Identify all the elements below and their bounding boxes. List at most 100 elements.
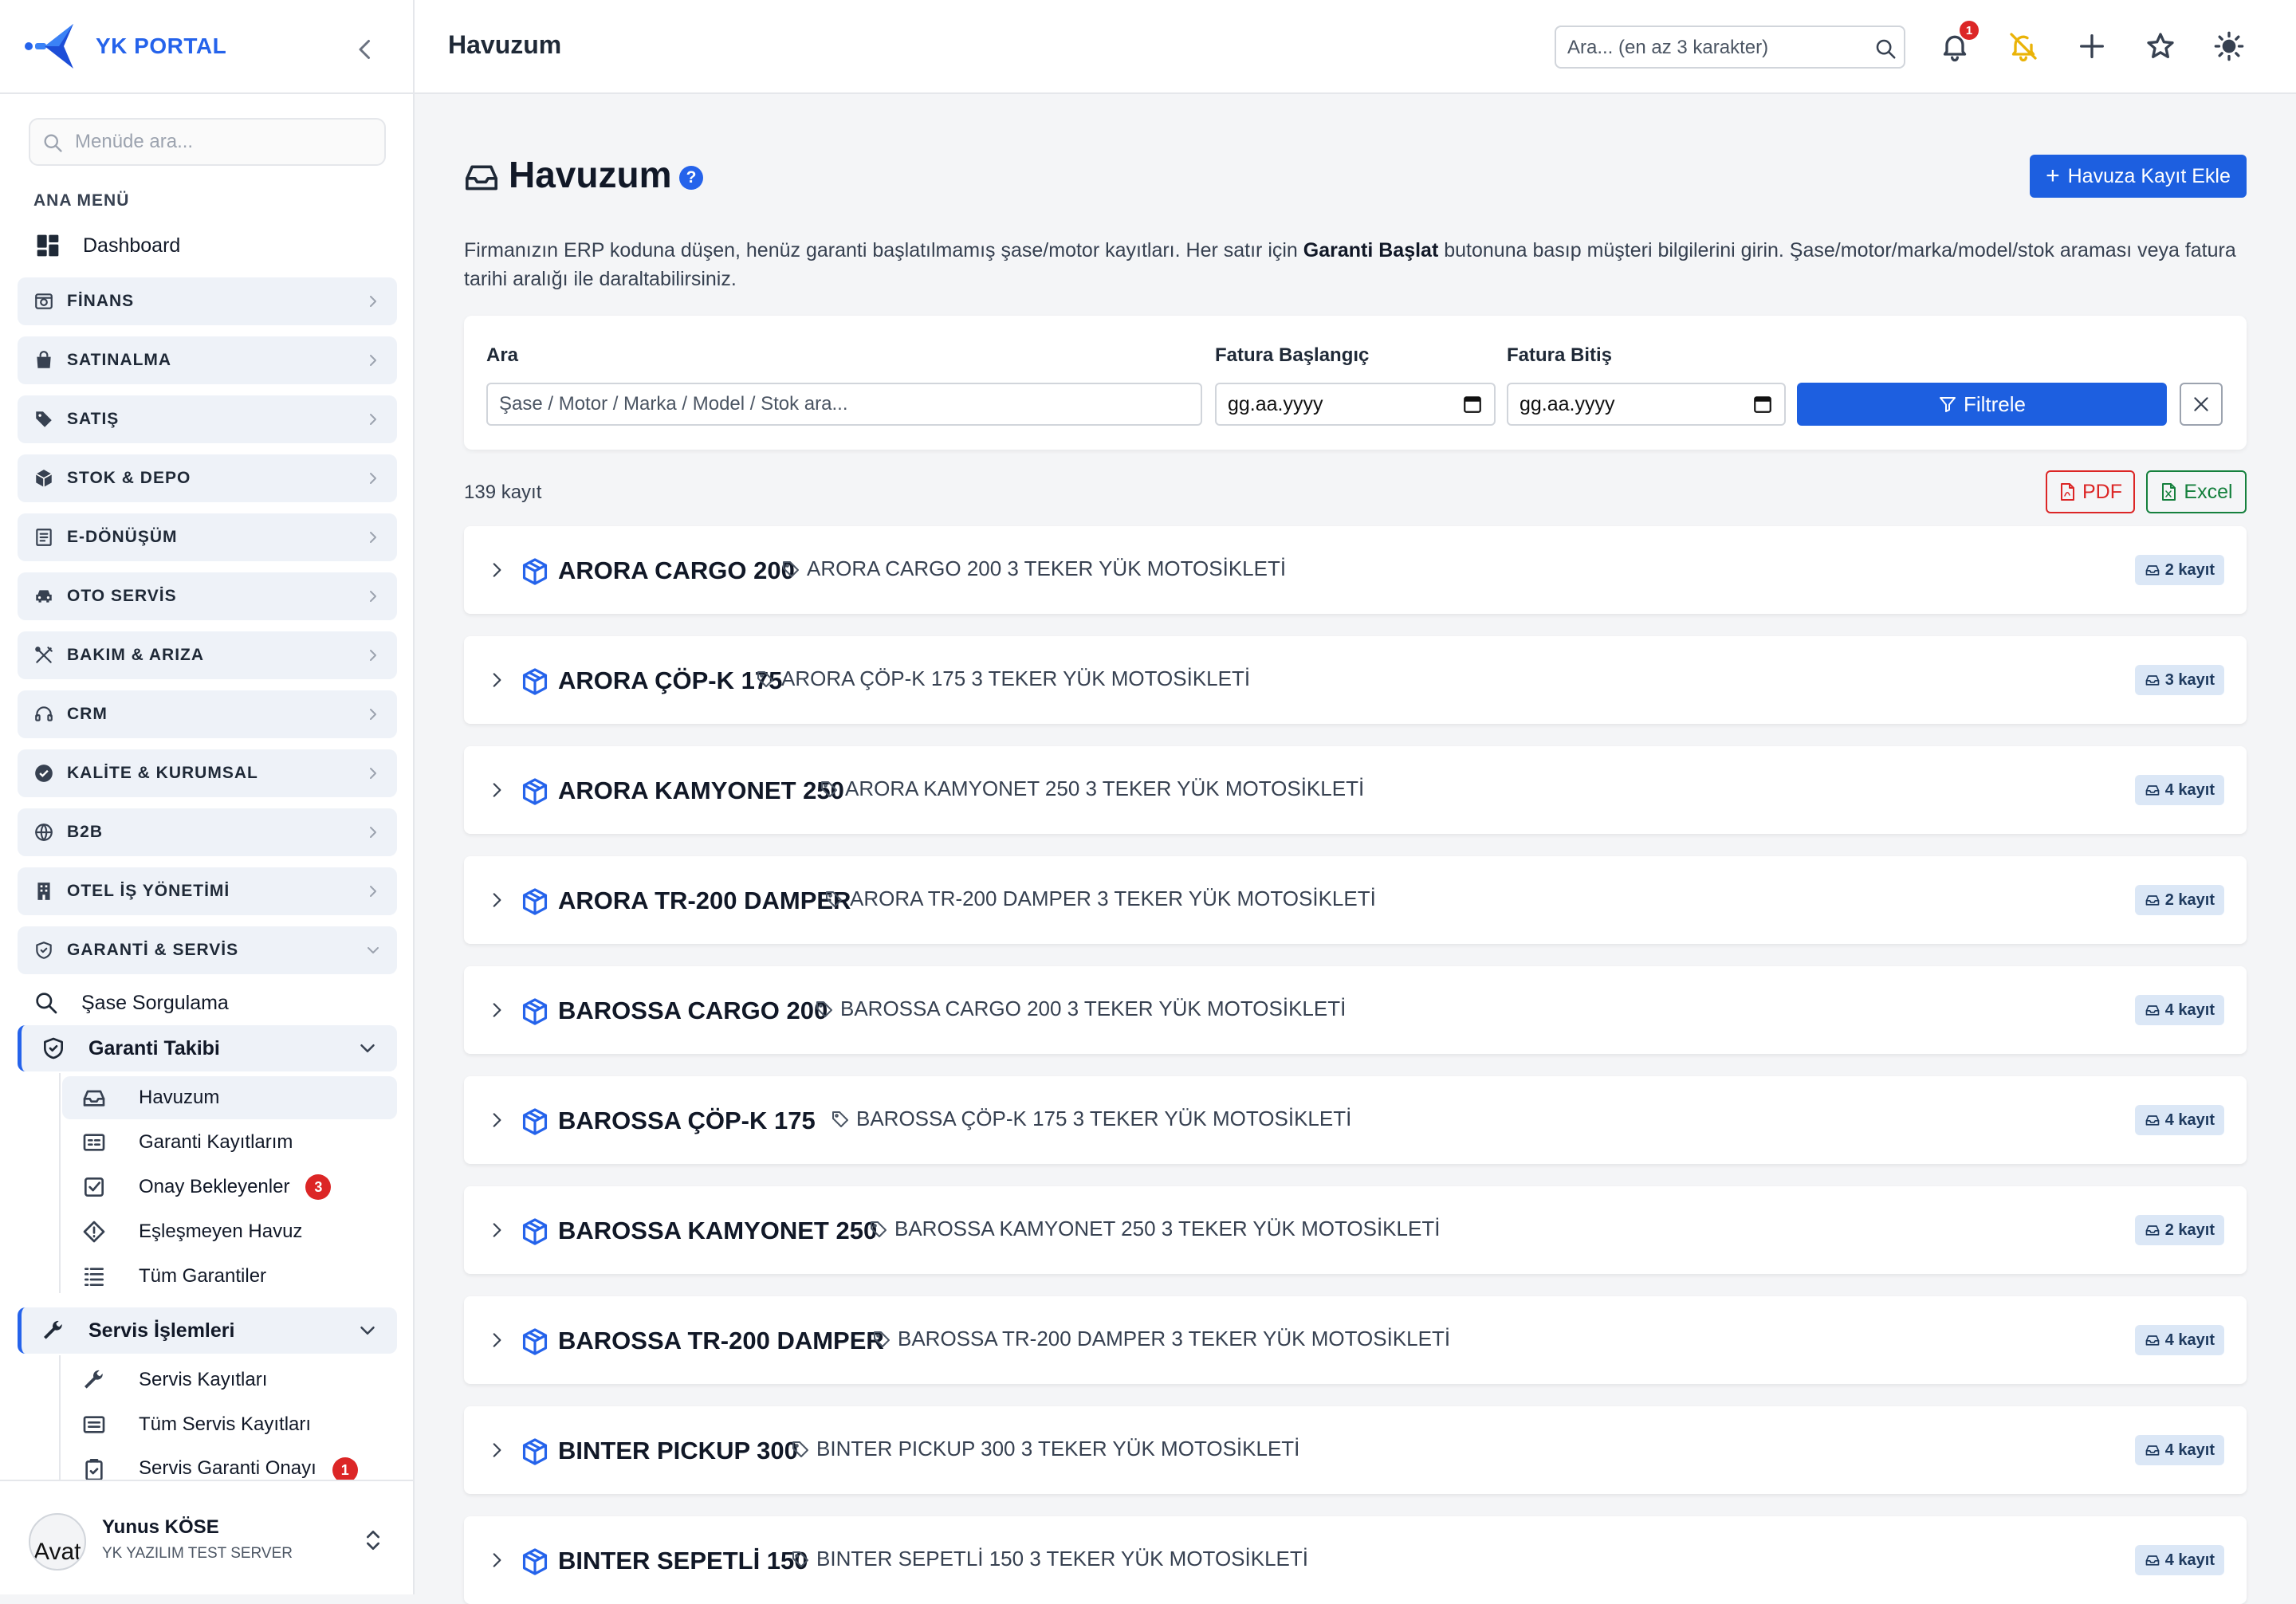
sidebar-category-bakim-ariza[interactable]: BAKIM & ARIZA — [18, 631, 397, 679]
sidebar-category-b2b[interactable]: B2B — [18, 808, 397, 856]
group-description-text: BINTER SEPETLİ 150 3 TEKER YÜK MOTOSİKLE… — [816, 1547, 1308, 1571]
filter-search-input[interactable] — [486, 383, 1202, 426]
group-row[interactable]: ARORA TR-200 DAMPER ARORA TR-200 DAMPER 3… — [464, 856, 2247, 944]
record-count-badge: 3 kayıt — [2134, 665, 2224, 695]
group-description-text: ARORA TR-200 DAMPER 3 TEKER YÜK MOTOSİKL… — [850, 887, 1376, 910]
group-name: ARORA TR-200 DAMPER — [558, 887, 851, 914]
add-to-pool-button[interactable]: + Havuza Kayıt Ekle — [2030, 155, 2247, 198]
group-description: BINTER SEPETLİ 150 3 TEKER YÜK MOTOSİKLE… — [791, 1547, 1308, 1571]
shield-check-icon — [44, 1037, 63, 1060]
category-label: OTEL İŞ YÖNETİMİ — [67, 882, 230, 900]
check-square-icon — [85, 1177, 104, 1197]
tree-line — [59, 1355, 61, 1480]
group-description-text: ARORA CARGO 200 3 TEKER YÜK MOTOSİKLETİ — [807, 556, 1287, 580]
sidebar-category-crm[interactable]: CRM — [18, 690, 397, 738]
sidebar-item-tum-garantiler[interactable]: Tüm Garantiler — [62, 1255, 397, 1298]
group-row[interactable]: BINTER PICKUP 300 BINTER PICKUP 300 3 TEK… — [464, 1406, 2247, 1494]
end-date-input[interactable]: gg.aa.yyyy — [1507, 383, 1786, 426]
sidebar-item-label: Garanti Kayıtlarım — [139, 1131, 293, 1153]
chevron-right-icon[interactable] — [486, 998, 507, 1022]
group-description: BAROSSA TR-200 DAMPER 3 TEKER YÜK MOTOSİ… — [872, 1327, 1450, 1351]
inbox-icon — [2145, 1335, 2160, 1346]
sidebar-item-label: Onay Bekleyenler — [139, 1176, 290, 1197]
sidebar-group-garanti-takibi[interactable]: Garanti Takibi — [18, 1025, 397, 1071]
group-row[interactable]: BAROSSA CARGO 200 BAROSSA CARGO 200 3 TEK… — [464, 966, 2247, 1054]
group-row[interactable]: ARORA ÇÖP-K 175 ARORA ÇÖP-K 175 3 TEKER Y… — [464, 636, 2247, 724]
filter-button[interactable]: Filtrele — [1797, 383, 2167, 426]
building-icon — [37, 883, 50, 900]
search-icon[interactable] — [1873, 37, 1897, 61]
chevron-down-icon — [360, 1044, 375, 1052]
chevron-right-icon — [370, 886, 376, 897]
sidebar-category-satinalma[interactable]: SATINALMA — [18, 336, 397, 384]
chevron-right-icon[interactable] — [486, 668, 507, 692]
inbox-icon — [2145, 1555, 2160, 1566]
package-icon — [522, 558, 548, 585]
group-description-text: ARORA KAMYONET 250 3 TEKER YÜK MOTOSİKLE… — [845, 776, 1365, 800]
group-row[interactable]: BINTER SEPETLİ 150 BINTER SEPETLİ 150 3 T… — [464, 1516, 2247, 1604]
sidebar-category-stok-depo[interactable]: STOK & DEPO — [18, 454, 397, 502]
bell-off-icon[interactable] — [2007, 30, 2039, 62]
group-row[interactable]: BAROSSA TR-200 DAMPER BAROSSA TR-200 DAMP… — [464, 1296, 2247, 1384]
shield-icon — [36, 942, 52, 959]
chevron-right-icon — [370, 709, 376, 720]
avatar: Avat — [29, 1513, 86, 1571]
record-count-text: 4 kayıt — [2164, 1111, 2215, 1129]
sidebar-item-servis-kayitlari[interactable]: Servis Kayıtları — [62, 1358, 397, 1402]
menu-search-input[interactable] — [75, 126, 378, 158]
group-row[interactable]: ARORA KAMYONET 250 ARORA KAMYONET 250 3 T… — [464, 746, 2247, 834]
chevron-right-icon[interactable] — [486, 1438, 507, 1462]
export-excel-button[interactable]: Excel — [2146, 470, 2247, 513]
sidebar-group-servis-islemleri[interactable]: Servis İşlemleri — [18, 1307, 397, 1354]
sidebar-item-onay-bekleyenler[interactable]: Onay Bekleyenler 3 — [62, 1166, 397, 1209]
category-label: CRM — [67, 705, 108, 723]
tag-icon — [832, 1111, 848, 1127]
help-icon[interactable]: ? — [679, 166, 703, 190]
sidebar-category-finans[interactable]: FİNANS — [18, 277, 397, 325]
chevron-right-icon[interactable] — [486, 1108, 507, 1132]
wrench-icon — [85, 1370, 103, 1389]
group-description-text: ARORA ÇÖP-K 175 3 TEKER YÜK MOTOSİKLETİ — [781, 666, 1251, 690]
group-name: BAROSSA ÇÖP-K 175 — [558, 1107, 816, 1134]
group-row[interactable]: ARORA CARGO 200 ARORA CARGO 200 3 TEKER Y… — [464, 526, 2247, 614]
export-pdf-button[interactable]: PDF — [2046, 470, 2135, 513]
sun-icon[interactable] — [2213, 30, 2245, 62]
group-row[interactable]: BAROSSA KAMYONET 250 BAROSSA KAMYONET 250… — [464, 1186, 2247, 1274]
collapse-sidebar-icon[interactable] — [351, 35, 379, 64]
sidebar-item-dashboard[interactable]: Dashboard — [35, 231, 180, 260]
sidebar-item-tum-servis-kayitlari[interactable]: Tüm Servis Kayıtları — [62, 1403, 397, 1446]
sidebar-category-otel[interactable]: OTEL İŞ YÖNETİMİ — [18, 867, 397, 915]
sidebar-category-garanti-servis[interactable]: GARANTİ & SERVİS — [18, 926, 397, 974]
chevron-right-icon[interactable] — [486, 558, 507, 582]
chevron-right-icon — [370, 768, 376, 779]
clear-filters-button[interactable] — [2180, 383, 2223, 426]
chevron-right-icon[interactable] — [486, 1548, 507, 1572]
sidebar-category-e-donusum[interactable]: E-DÖNÜŞÜM — [18, 513, 397, 561]
chevron-right-icon — [370, 532, 376, 543]
user-profile[interactable]: Avat Yunus KÖSE YK YAZILIM TEST SERVER — [0, 1480, 413, 1594]
close-icon — [2194, 397, 2208, 411]
start-date-input[interactable]: gg.aa.yyyy — [1215, 383, 1496, 426]
star-icon[interactable] — [2145, 30, 2176, 62]
tag-icon — [826, 890, 842, 907]
plus-icon[interactable] — [2076, 30, 2108, 62]
chevron-right-icon[interactable] — [486, 1218, 507, 1242]
sidebar-item-havuzum[interactable]: Havuzum — [62, 1076, 397, 1119]
sidebar-category-oto-servis[interactable]: OTO SERVİS — [18, 572, 397, 620]
record-count-text: 3 kayıt — [2164, 670, 2215, 689]
group-description: BAROSSA ÇÖP-K 175 3 TEKER YÜK MOTOSİKLET… — [831, 1107, 1351, 1131]
sidebar-category-kalite-kurumsal[interactable]: KALİTE & KURUMSAL — [18, 749, 397, 797]
chevron-right-icon[interactable] — [486, 888, 507, 912]
chevron-right-icon[interactable] — [486, 1328, 507, 1352]
user-organization: YK YAZILIM TEST SERVER — [102, 1545, 293, 1562]
chevron-up-down-icon[interactable] — [360, 1526, 386, 1555]
sidebar-item-garanti-kayitlarim[interactable]: Garanti Kayıtlarım — [62, 1121, 397, 1164]
group-row[interactable]: BAROSSA ÇÖP-K 175 BAROSSA ÇÖP-K 175 3 TEK… — [464, 1076, 2247, 1164]
group-description: ARORA TR-200 DAMPER 3 TEKER YÜK MOTOSİKL… — [824, 887, 1376, 911]
sidebar-category-satis[interactable]: SATIŞ — [18, 395, 397, 443]
sidebar-item-sase-sorgulama[interactable]: Şase Sorgulama — [33, 987, 229, 1019]
chevron-right-icon[interactable] — [486, 778, 507, 802]
sidebar-item-eslesmeyen-havuz[interactable]: Eşleşmeyen Havuz — [62, 1210, 397, 1253]
global-search-input[interactable] — [1567, 33, 1862, 62]
sidebar-item-servis-garanti-onayi[interactable]: Servis Garanti Onayı 1 — [62, 1448, 397, 1480]
